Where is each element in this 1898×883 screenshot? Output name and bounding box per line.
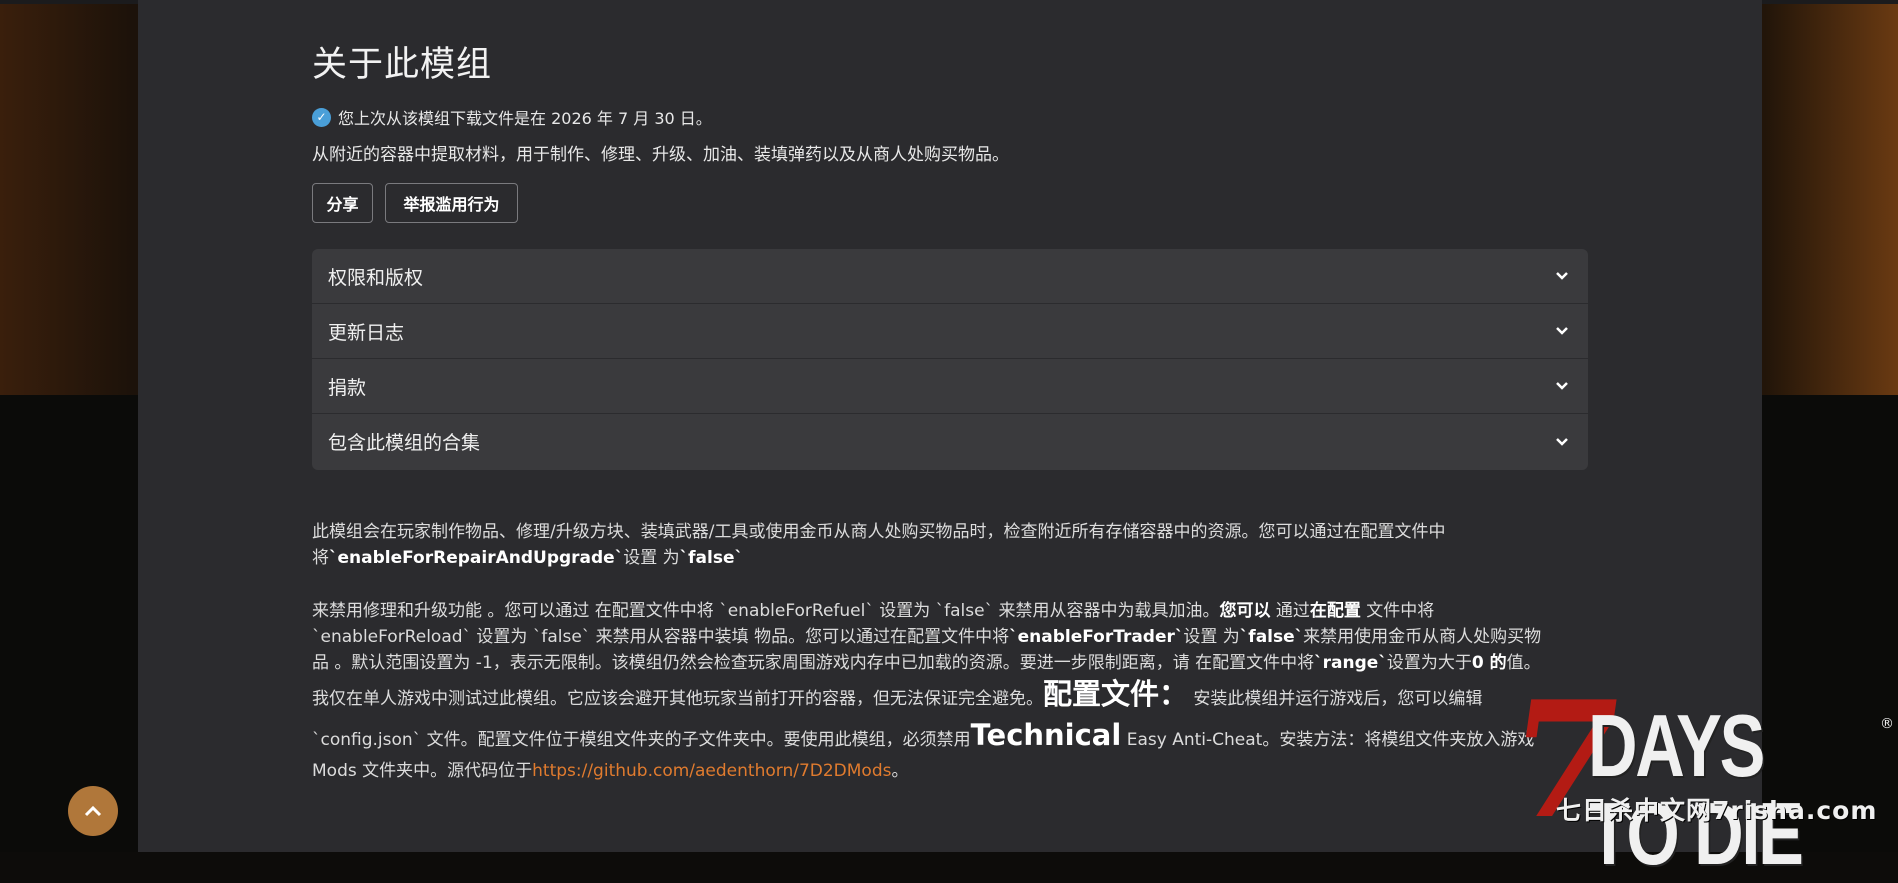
accordion: 权限和版权 更新日志 捐款 包含此模组的合集 (312, 249, 1588, 470)
accordion-label: 权限和版权 (328, 266, 424, 289)
accordion-label: 包含此模组的合集 (328, 432, 481, 454)
description-line: 来禁用修理和升级功能 。您可以通过 在配置文件中将 `enableForRefu… (312, 601, 1435, 621)
chevron-down-icon (1552, 266, 1572, 286)
chevron-down-icon (1552, 376, 1572, 396)
description-line: `config.json` 文件。配置文件位于模组文件夹的子文件夹中。要使用此模… (312, 718, 1535, 752)
description-paragraph-2: 来禁用修理和升级功能 。您可以通过 在配置文件中将 `enableForRefu… (312, 598, 1541, 784)
description-line: 品 。默认范围设置为 -1，表示无限制。该模组仍然会检查玩家周围游戏内存中已加载… (312, 653, 1541, 673)
description-paragraph-1: 此模组会在玩家制作物品、修理/升级方块、装填武器/工具或使用金币从商人处购买物品… (312, 519, 1445, 571)
accordion-label: 捐款 (328, 376, 367, 399)
share-button[interactable]: 分享 (312, 183, 373, 223)
chevron-down-icon (1552, 432, 1572, 452)
site-watermark-logo: 7 DAYS TO DIE ® 七日杀中文网7risha.com (1497, 666, 1898, 878)
download-notice: ✓ 您上次从该模组下载文件是在 2026 年 7 月 30 日。 (312, 105, 712, 129)
report-abuse-button[interactable]: 举报滥用行为 (385, 183, 518, 223)
accordion-item-donations[interactable]: 捐款 (312, 359, 1588, 414)
description-line: 我仅在单人游戏中测试过此模组。它应该会避开其他玩家当前打开的容器，但无法保证完全… (312, 677, 1483, 711)
accordion-item-collections[interactable]: 包含此模组的合集 (312, 414, 1588, 469)
description-line: `enableForReload` 设置为 `false` 来禁用从容器中装填 … (312, 627, 1542, 647)
page-title: 关于此模组 (312, 45, 493, 85)
accordion-item-permissions[interactable]: 权限和版权 (312, 249, 1588, 304)
accordion-item-changelog[interactable]: 更新日志 (312, 304, 1588, 359)
check-circle-icon: ✓ (312, 107, 331, 127)
description-line: 此模组会在玩家制作物品、修理/升级方块、装填武器/工具或使用金币从商人处购买物品… (312, 522, 1446, 542)
watermark-trademark: ® (1880, 716, 1894, 732)
source-code-link[interactable]: https://github.com/aedenthorn/7D2DMods (532, 761, 891, 781)
download-notice-text: 您上次从该模组下载文件是在 2026 年 7 月 30 日。 (338, 109, 712, 128)
chevron-up-icon (84, 802, 102, 821)
mod-summary: 从附近的容器中提取材料，用于制作、修理、升级、加油、装填弹药以及从商人处购买物品… (312, 145, 1009, 165)
chevron-down-icon (1552, 321, 1572, 341)
accordion-label: 更新日志 (328, 321, 405, 344)
description-line: 将`enableForRepairAndUpgrade`设置 为`false` (312, 548, 743, 568)
description-line: Mods 文件夹中。源代码位于https://github.com/aedent… (312, 761, 909, 781)
watermark-subtitle: 七日杀中文网7risha.com (1556, 796, 1878, 825)
scroll-to-top-button[interactable] (68, 786, 118, 836)
